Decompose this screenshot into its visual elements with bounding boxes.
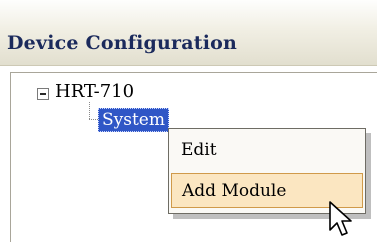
- panel-header: Device Configuration: [0, 0, 377, 66]
- menu-item-edit[interactable]: Edit: [171, 133, 363, 168]
- tree-node-system[interactable]: System: [98, 108, 169, 132]
- mouse-pointer-icon: [329, 201, 352, 236]
- panel-title: Device Configuration: [7, 32, 237, 54]
- tree-node-hrt-710[interactable]: HRT-710: [55, 81, 134, 102]
- tree-connector-line: [89, 102, 90, 119]
- tree-collapse-icon[interactable]: [37, 88, 49, 100]
- device-configuration-panel: Device Configuration HRT-710 System Edit…: [0, 0, 377, 242]
- tree-connector-line: [89, 119, 98, 120]
